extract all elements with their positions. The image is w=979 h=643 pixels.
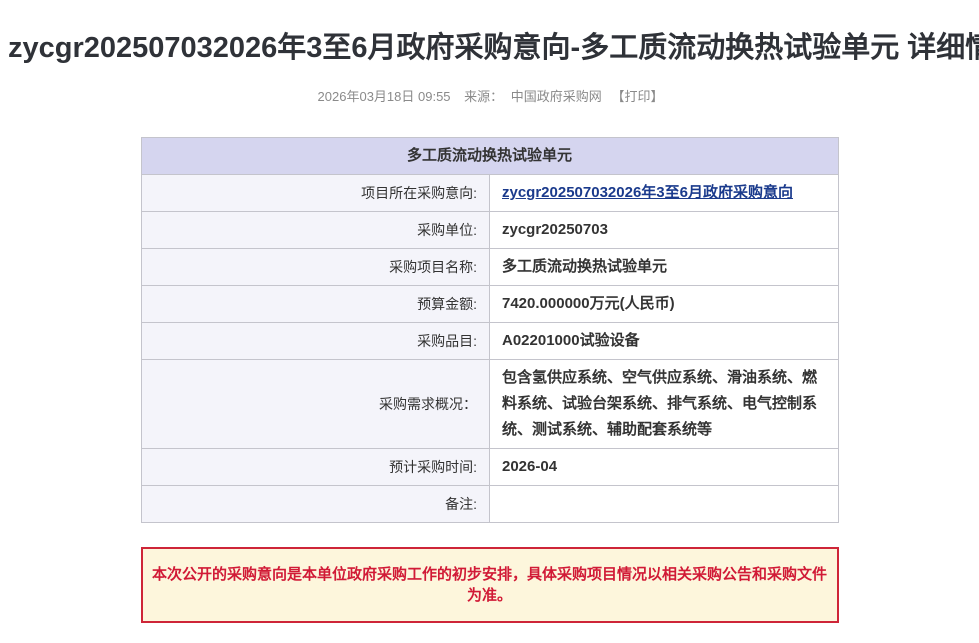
table-row-budget: 预算金额: 7420.000000万元(人民币) [141,286,838,323]
row-value-purchase-time: 2026-04 [490,449,839,486]
print-button[interactable]: 【打印】 [611,89,663,104]
row-label-project-name: 采购项目名称: [141,249,490,286]
row-value-category: A02201000试验设备 [490,323,839,360]
notice-text: 本次公开的采购意向是本单位政府采购工作的初步安排，具体采购项目情况以相关采购公告… [152,566,827,604]
table-row-intent: 项目所在采购意向: zycgr202507032026年3至6月政府采购意向 [141,175,838,212]
table-row-category: 采购品目: A02201000试验设备 [141,323,838,360]
source-label: 来源： [464,89,503,104]
intent-link[interactable]: zycgr202507032026年3至6月政府采购意向 [502,184,793,201]
row-value-project-name: 多工质流动换热试验单元 [490,249,839,286]
table-row-purchaser: 采购单位: zycgr20250703 [141,212,838,249]
table-row-project-name: 采购项目名称: 多工质流动换热试验单元 [141,249,838,286]
row-label-category: 采购品目: [141,323,490,360]
row-value-purchaser: zycgr20250703 [490,212,839,249]
row-label-intent: 项目所在采购意向: [141,175,490,212]
table-header-row: 多工质流动换热试验单元 [141,138,838,175]
row-label-requirements: 采购需求概况： [141,360,490,449]
row-label-purchaser: 采购单位: [141,212,490,249]
row-value-budget: 7420.000000万元(人民币) [490,286,839,323]
table-row-remarks: 备注: [141,486,838,523]
source-name: 中国政府采购网 [511,89,602,104]
notice-box: 本次公开的采购意向是本单位政府采购工作的初步安排，具体采购项目情况以相关采购公告… [141,547,839,623]
row-value-requirements: 包含氢供应系统、空气供应系统、滑油系统、燃料系统、试验台架系统、排气系统、电气控… [490,360,839,449]
page: zycgr202507032026年3至6月政府采购意向-多工质流动换热试验单元… [0,0,979,623]
row-label-purchase-time: 预计采购时间: [141,449,490,486]
detail-table: 多工质流动换热试验单元 项目所在采购意向: zycgr202507032026年… [141,137,839,523]
table-row-purchase-time: 预计采购时间: 2026-04 [141,449,838,486]
meta-line: 2026年03月18日 09:55 来源： 中国政府采购网 【打印】 [0,86,979,105]
page-title: zycgr202507032026年3至6月政府采购意向-多工质流动换热试验单元… [0,0,979,66]
table-title: 多工质流动换热试验单元 [141,138,838,175]
row-value-intent: zycgr202507032026年3至6月政府采购意向 [490,175,839,212]
row-label-remarks: 备注: [141,486,490,523]
row-label-budget: 预算金额: [141,286,490,323]
row-value-remarks [490,486,839,523]
publish-datetime: 2026年03月18日 09:55 [318,89,451,104]
table-row-requirements: 采购需求概况： 包含氢供应系统、空气供应系统、滑油系统、燃料系统、试验台架系统、… [141,360,838,449]
